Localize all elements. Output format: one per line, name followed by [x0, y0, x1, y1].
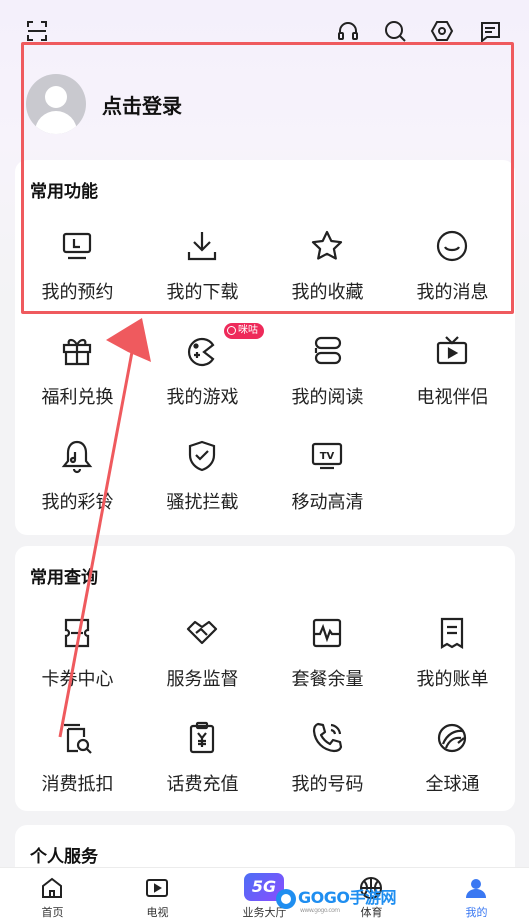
my-messages-item[interactable]: 我的消息: [390, 228, 515, 318]
my-ringtone-item[interactable]: 我的彩铃: [15, 438, 140, 528]
user-icon: [464, 876, 488, 900]
book-icon: [309, 333, 345, 369]
gift-icon: [59, 333, 95, 369]
my-games-item[interactable]: 我的游戏: [140, 333, 265, 423]
my-bill-item[interactable]: 我的账单: [390, 615, 515, 705]
game-icon: [184, 333, 220, 369]
mobile-hd-item[interactable]: TV 移动高清: [265, 438, 390, 528]
my-reservation-item[interactable]: 我的预约: [15, 228, 140, 318]
settings-icon[interactable]: [429, 18, 455, 44]
login-label[interactable]: 点击登录: [102, 90, 182, 119]
personal-services-title: 个人服务: [30, 847, 98, 867]
common-functions-title: 常用功能: [30, 182, 98, 202]
message-icon[interactable]: [477, 18, 503, 44]
common-functions-card: 常用功能 我的预约 我的下载 我的收藏 我的消息 福利兑换 我的游戏 我的阅读 …: [15, 160, 515, 535]
recharge-item[interactable]: 话费充值: [140, 720, 265, 810]
recharge-icon: [184, 720, 220, 756]
scan-icon[interactable]: [24, 18, 50, 44]
deduct-icon: [59, 720, 95, 756]
common-queries-title: 常用查询: [30, 568, 98, 588]
download-icon: [184, 228, 220, 264]
tv-play-icon: [145, 876, 169, 900]
tv-icon: [434, 333, 470, 369]
home-icon: [40, 876, 64, 900]
chart-icon: [309, 615, 345, 651]
bill-icon: [434, 615, 470, 651]
headset-icon[interactable]: [335, 18, 361, 44]
coupon-icon: [59, 615, 95, 651]
avatar[interactable]: [26, 74, 86, 134]
service-supervision-item[interactable]: 服务监督: [140, 615, 265, 705]
svg-text:TV: TV: [320, 451, 335, 462]
search-icon[interactable]: [382, 18, 408, 44]
gogo-logo-icon: [276, 888, 296, 909]
handshake-icon: [184, 615, 220, 651]
coupon-center-item[interactable]: 卡券中心: [15, 615, 140, 705]
my-number-item[interactable]: 我的号码: [265, 720, 390, 810]
welfare-exchange-item[interactable]: 福利兑换: [15, 333, 140, 423]
tv-screen-icon: [59, 228, 95, 264]
tab-home[interactable]: 首页: [0, 868, 105, 922]
shield-icon: [184, 438, 220, 474]
package-balance-item[interactable]: 套餐余量: [265, 615, 390, 705]
login-row[interactable]: 点击登录: [26, 74, 182, 134]
global-icon: [434, 720, 470, 756]
my-download-item[interactable]: 我的下载: [140, 228, 265, 318]
phone-icon: [309, 720, 345, 756]
top-bar: [0, 0, 529, 60]
my-favorites-item[interactable]: 我的收藏: [265, 228, 390, 318]
star-icon: [309, 228, 345, 264]
tv-hd-icon: TV: [309, 438, 345, 474]
tv-companion-item[interactable]: 电视伴侣: [390, 333, 515, 423]
my-reading-item[interactable]: 我的阅读: [265, 333, 390, 423]
migu-badge: 咪咕: [224, 323, 264, 339]
watermark: GOGO手游网 www.gogo.com: [276, 884, 396, 914]
common-queries-card: 常用查询 卡券中心 服务监督 套餐余量 我的账单 消费抵扣 话费充值 我的号码 …: [15, 546, 515, 811]
tab-tv[interactable]: 电视: [105, 868, 210, 922]
consumption-deduction-item[interactable]: 消费抵扣: [15, 720, 140, 810]
global-pass-item[interactable]: 全球通: [390, 720, 515, 810]
bell-icon: [59, 438, 95, 474]
smile-icon: [434, 228, 470, 264]
harassment-block-item[interactable]: 骚扰拦截: [140, 438, 265, 528]
tab-mine[interactable]: 我的: [424, 868, 529, 922]
